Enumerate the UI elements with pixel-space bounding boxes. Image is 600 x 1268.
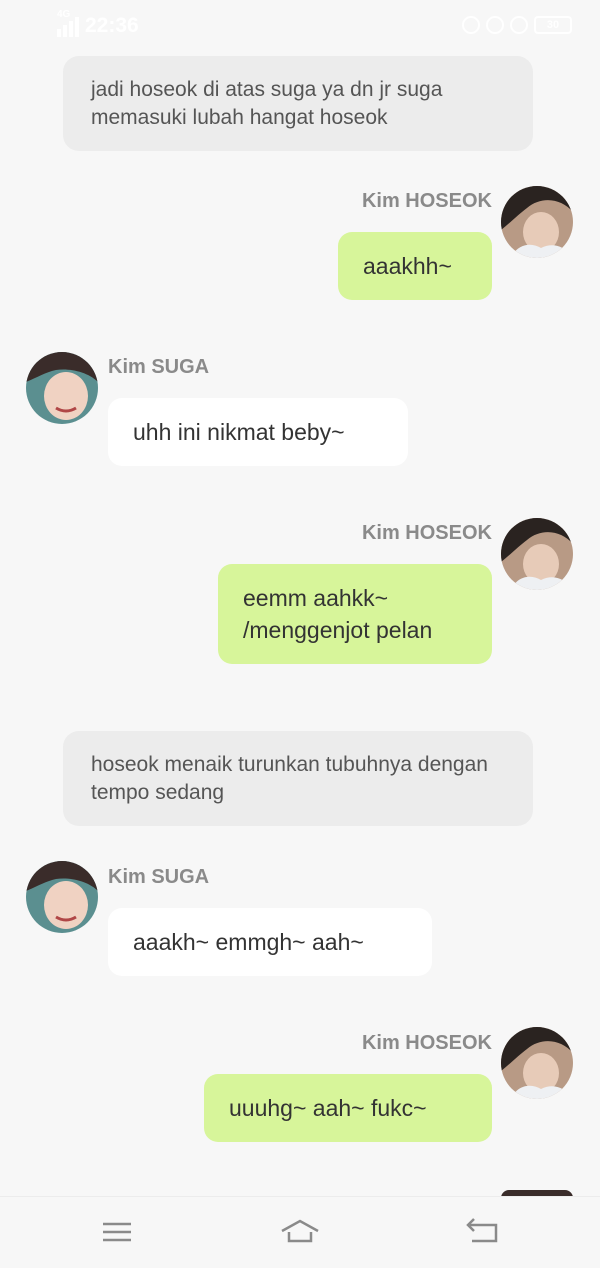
narration-message: jadi hoseok di atas suga ya dn jr suga m… (63, 56, 533, 151)
menu-icon[interactable] (97, 1215, 137, 1249)
mute-icon (486, 16, 504, 34)
avatar-hoseok[interactable] (501, 1027, 573, 1099)
status-time: 22:36 (85, 14, 139, 37)
sender-name: Kim HOSEOK (361, 1032, 492, 1054)
avatar-suga[interactable] (26, 861, 98, 933)
avatar-suga[interactable] (26, 352, 98, 424)
chat-bubble-incoming[interactable]: uhh ini nikmat beby~ (108, 398, 408, 466)
network-type: 4G (57, 9, 71, 20)
status-bar: 4G 22:36 30 (0, 0, 600, 52)
sender-name: Kim SUGA (108, 356, 210, 378)
avatar-hoseok[interactable] (501, 186, 573, 258)
status-left: 4G 22:36 (57, 9, 139, 38)
signal-icon: 4G (57, 9, 81, 37)
avatar-hoseok[interactable] (501, 518, 573, 590)
narration-message: hoseok menaik turunkan tubuhnya dengan t… (63, 731, 533, 826)
home-icon[interactable] (280, 1215, 320, 1249)
chat-bubble-outgoing[interactable]: uuuhg~ aah~ fukc~ (204, 1074, 492, 1142)
chat-bubble-outgoing[interactable]: eemm aahkk~ /menggenjot pelan (218, 564, 492, 664)
navigation-bar (0, 1196, 600, 1268)
battery-icon: 30 (534, 16, 572, 34)
sender-name: Kim HOSEOK (361, 190, 492, 212)
sender-name: Kim HOSEOK (361, 522, 492, 544)
sender-name: Kim SUGA (108, 866, 210, 888)
wifi-icon (510, 16, 528, 34)
chat-bubble-incoming[interactable]: aaakh~ emmgh~ aah~ (108, 908, 432, 976)
alarm-icon (462, 16, 480, 34)
chat-bubble-outgoing[interactable]: aaakhh~ (338, 232, 492, 300)
back-icon[interactable] (462, 1215, 502, 1249)
status-right: 30 (462, 16, 572, 34)
